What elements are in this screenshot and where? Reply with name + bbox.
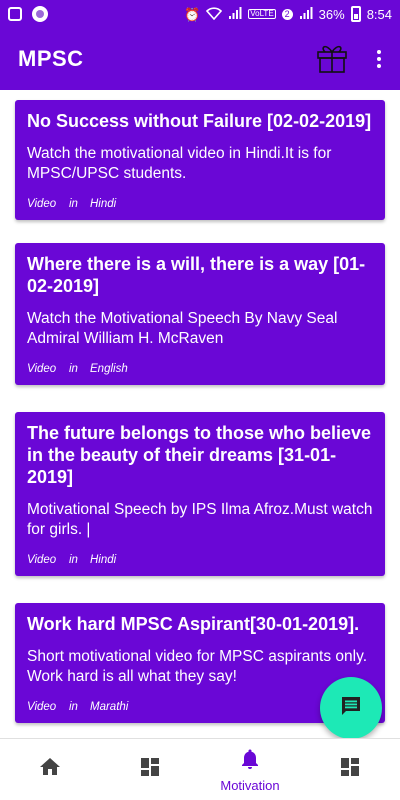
gift-icon[interactable] <box>314 39 350 80</box>
card-title: The future belongs to those who believe … <box>27 423 372 487</box>
card-in: in <box>69 701 78 713</box>
bottom-navigation: Motivation <box>0 738 400 800</box>
chat-icon <box>339 694 363 723</box>
alarm-icon: ⏰ <box>184 6 201 22</box>
card-in: in <box>69 198 78 210</box>
card-type: Video <box>27 363 57 375</box>
nav-item-home[interactable] <box>0 739 100 800</box>
battery-percent: 36% <box>318 6 345 22</box>
volte-badge: VoLTE <box>248 9 276 19</box>
more-options-icon[interactable] <box>374 50 384 68</box>
list-item[interactable]: No Success without Failure [02-02-2019] … <box>15 100 385 220</box>
notification-circle-icon <box>32 6 48 22</box>
nav-item-dashboard[interactable] <box>100 739 200 800</box>
app-bar: MPSC <box>0 28 400 90</box>
card-in: in <box>69 363 78 375</box>
signal-icon-2 <box>299 6 313 22</box>
card-type: Video <box>27 198 57 210</box>
card-title: Work hard MPSC Aspirant[30-01-2019]. <box>27 614 360 634</box>
card-description: Motivational Speech by IPS Ilma Afroz.Mu… <box>27 501 373 538</box>
bell-icon <box>238 747 262 776</box>
battery-icon <box>350 6 361 22</box>
dashboard-icon <box>138 755 162 784</box>
wifi-icon <box>206 6 223 22</box>
card-title: Where there is a will, there is a way [0… <box>27 254 366 296</box>
card-language: Hindi <box>90 554 117 566</box>
card-in: in <box>69 554 78 566</box>
card-type: Video <box>27 554 57 566</box>
card-language: English <box>90 363 128 375</box>
card-description: Watch the motivational video in Hindi.It… <box>27 145 332 182</box>
sim-badge: 2 <box>281 8 293 20</box>
card-language: Marathi <box>90 701 129 713</box>
card-description: Short motivational video for MPSC aspira… <box>27 648 368 685</box>
list-item[interactable]: Where there is a will, there is a way [0… <box>15 243 385 385</box>
card-language: Hindi <box>90 198 117 210</box>
card-list[interactable]: No Success without Failure [02-02-2019] … <box>0 90 400 738</box>
chat-fab-button[interactable] <box>320 677 382 739</box>
card-title: No Success without Failure [02-02-2019] <box>27 111 372 131</box>
nav-label-motivation: Motivation <box>220 777 280 793</box>
clock: 8:54 <box>366 6 392 22</box>
home-icon <box>38 755 62 784</box>
list-item[interactable]: The future belongs to those who believe … <box>15 412 385 576</box>
nav-item-dashboard-2[interactable] <box>300 739 400 800</box>
notification-app-icon <box>8 7 22 21</box>
status-bar: ⏰ VoLTE 2 36% 8:54 <box>0 0 400 28</box>
app-title: MPSC <box>18 46 84 71</box>
signal-icon <box>228 6 242 22</box>
card-description: Watch the Motivational Speech By Navy Se… <box>27 310 338 347</box>
dashboard-icon <box>338 755 362 784</box>
card-type: Video <box>27 701 57 713</box>
nav-item-motivation[interactable]: Motivation <box>200 739 300 800</box>
